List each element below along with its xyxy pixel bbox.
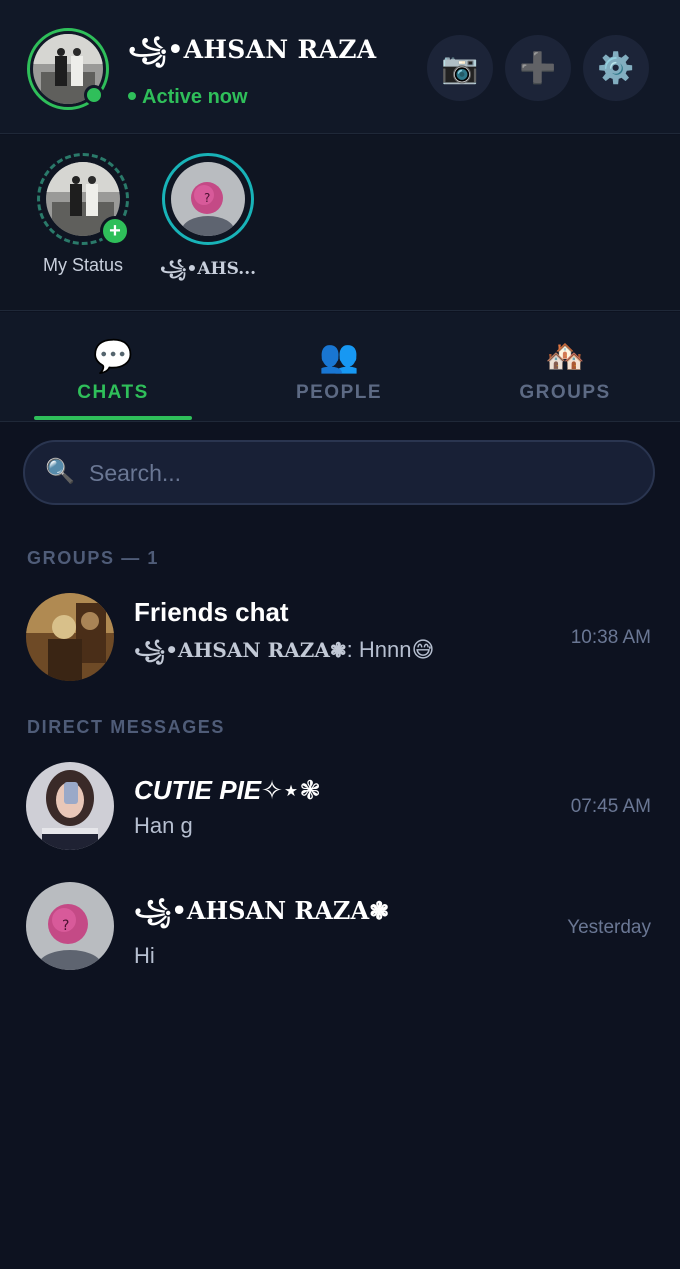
tab-people[interactable]: 👥 PEOPLE <box>226 312 452 422</box>
svg-text:?: ? <box>204 191 210 205</box>
tab-label: PEOPLE <box>295 382 383 403</box>
camera-button[interactable]: 📷 <box>427 35 493 101</box>
settings-button[interactable]: ⚙️ <box>583 35 649 101</box>
list-item[interactable]: ? ꧁•AHSAN RAZA❃ Hi Yesterday <box>0 876 680 986</box>
message-text: : Hnnn😅 <box>346 637 435 662</box>
contact-photo: ? <box>26 882 114 970</box>
status-label: ꧁•AHS... <box>159 259 257 279</box>
gear-icon: ⚙️ <box>597 51 635 85</box>
message-time: Yesterday <box>567 917 651 938</box>
dm-section-title: DIRECT MESSAGES <box>27 717 226 737</box>
svg-text:?: ? <box>62 918 69 934</box>
tab-groups[interactable]: 🏘️ GROUPS <box>452 312 678 422</box>
search-input[interactable] <box>89 452 629 494</box>
list-item[interactable]: CUTIE PIE✧⋆❃ Han g 07:45 AM <box>0 755 680 865</box>
last-message: Hi <box>134 943 155 968</box>
sender-name: ꧁•AHSAN RAZA❃ <box>134 638 347 662</box>
groups-section-title: GROUPS — 1 <box>27 548 160 568</box>
tab-label: CHATS <box>77 382 149 403</box>
presence-dot-icon <box>128 92 136 100</box>
active-tab-indicator <box>34 416 192 420</box>
contact-status-photo: ? <box>171 162 245 236</box>
user-name: ꧁•AHSAN RAZA <box>128 35 377 64</box>
chat-title: CUTIE PIE✧⋆❃ <box>134 775 321 805</box>
status-strip: + My Status ? ꧁•AHS... <box>0 135 680 311</box>
app-header: ꧁•AHSAN RAZA Active now 📷 ➕ ⚙️ <box>0 0 680 134</box>
people-icon: 👥 <box>319 338 359 374</box>
contact-photo <box>26 762 114 850</box>
chat-bubble-icon: 💬 <box>93 338 133 374</box>
presence-status: Active now <box>128 86 248 109</box>
plus-icon: ➕ <box>519 51 557 85</box>
contact-avatar <box>26 762 114 850</box>
tab-bar: 💬 CHATS 👥 PEOPLE 🏘️ GROUPS <box>0 312 680 422</box>
last-message: Han g <box>134 813 193 838</box>
group-avatar <box>26 593 114 681</box>
list-item[interactable]: Friends chat ꧁•AHSAN RAZA❃: Hnnn😅 10:38 … <box>0 585 680 695</box>
contact-avatar: ? <box>26 882 114 970</box>
last-message: ꧁•AHSAN RAZA❃: Hnnn😅 <box>134 636 434 676</box>
add-button[interactable]: ➕ <box>505 35 571 101</box>
contact-status-ring: ? <box>162 153 254 245</box>
camera-icon: 📷 <box>441 51 479 85</box>
message-time: 07:45 AM <box>570 796 651 817</box>
tab-chats[interactable]: 💬 CHATS <box>0 312 226 422</box>
houses-icon: 🏘️ <box>545 338 585 374</box>
my-status-ring: + <box>37 153 130 246</box>
message-time: 10:38 AM <box>570 627 651 648</box>
search-bar[interactable]: 🔍 <box>23 440 655 505</box>
group-photo <box>26 593 114 681</box>
presence-text: Active now <box>142 86 248 108</box>
contact-status[interactable]: ? ꧁•AHS... <box>153 153 263 290</box>
my-status[interactable]: + My Status <box>28 153 138 276</box>
chat-title: ꧁•AHSAN RAZA❃ <box>134 896 390 925</box>
chat-title: Friends chat <box>134 597 289 627</box>
online-indicator <box>84 85 104 105</box>
status-label: My Status <box>42 255 124 275</box>
search-icon: 🔍 <box>45 458 75 485</box>
tab-label: GROUPS <box>519 382 611 403</box>
add-status-icon[interactable]: + <box>100 216 130 246</box>
